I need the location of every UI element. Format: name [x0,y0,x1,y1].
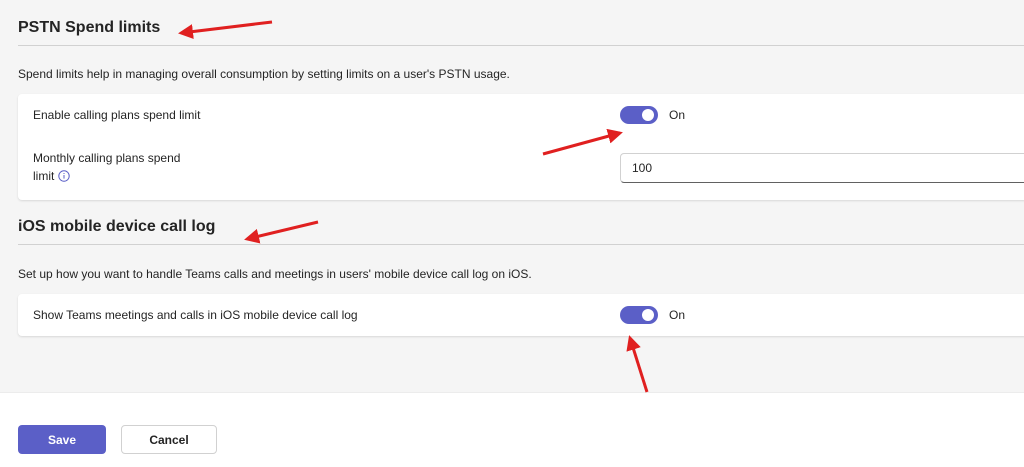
monthly-spend-limit-label: Monthly calling plans spend limit [33,149,180,187]
show-call-log-state: On [669,308,686,322]
pstn-section-description: Spend limits help in managing overall co… [18,67,510,81]
pstn-section-divider [18,45,1024,46]
monthly-spend-limit-input[interactable]: 100 [620,153,1024,183]
save-button[interactable]: Save [18,425,106,454]
enable-spend-limit-label: Enable calling plans spend limit [33,108,201,122]
toggle-knob [642,309,654,321]
monthly-spend-limit-label-line2: limit [33,169,55,183]
ios-section-description: Set up how you want to handle Teams call… [18,267,532,281]
enable-spend-limit-toggle[interactable] [620,106,658,124]
enable-spend-limit-state: On [669,108,686,122]
pstn-settings-card: Enable calling plans spend limit On Mont… [18,94,1024,200]
ios-settings-card: Show Teams meetings and calls in iOS mob… [18,294,1024,336]
info-icon[interactable] [58,169,71,187]
toggle-knob [642,109,654,121]
cancel-button[interactable]: Cancel [121,425,217,454]
show-call-log-label: Show Teams meetings and calls in iOS mob… [33,308,358,322]
show-call-log-toggle[interactable] [620,306,658,324]
monthly-spend-limit-label-line1: Monthly calling plans spend [33,151,181,165]
ios-section-title: iOS mobile device call log [18,218,216,235]
action-footer: Save Cancel [0,392,1024,467]
ios-section-divider [18,244,1024,245]
pstn-section-title: PSTN Spend limits [18,19,161,36]
settings-content: PSTN Spend limits Spend limits help in m… [0,0,1024,392]
